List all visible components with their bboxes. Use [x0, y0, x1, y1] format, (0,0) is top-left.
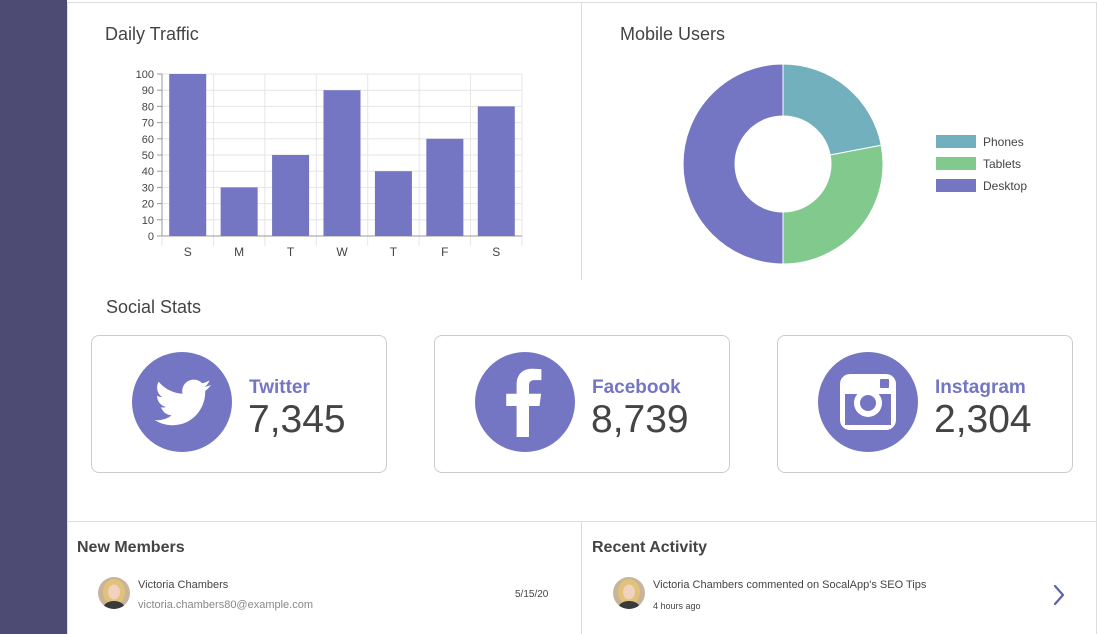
y-tick-label: 100	[136, 69, 154, 81]
recent-activity-panel: Recent Activity Victoria Chambers commen…	[581, 521, 1097, 634]
instagram-icon	[840, 374, 896, 430]
y-tick-label: 70	[142, 118, 154, 130]
activity-text: Victoria Chambers commented on SocalApp'…	[653, 579, 927, 591]
instagram-card[interactable]: Instagram 2,304	[777, 335, 1073, 473]
dashboard-main: Daily Traffic 0 10 20 30 40 50 60 70 80 90 100 S M T W…	[67, 0, 1097, 634]
twitter-icon	[154, 379, 211, 426]
instagram-label: Instagram	[935, 377, 1026, 398]
y-tick-label: 20	[142, 199, 154, 211]
twitter-icon-circle	[132, 352, 232, 452]
bar	[220, 187, 258, 236]
twitter-label: Twitter	[249, 377, 310, 398]
chevron-right-icon[interactable]	[1052, 584, 1066, 606]
mobile-users-chart	[682, 63, 884, 265]
bar	[323, 90, 361, 236]
donut-slice-phones	[782, 63, 882, 156]
x-tick-label: M	[234, 245, 244, 259]
member-join-date: 5/15/20	[515, 589, 549, 600]
bar	[272, 155, 310, 236]
avatar	[613, 577, 645, 609]
x-tick-label: S	[184, 245, 192, 259]
legend-label: Tablets	[983, 157, 1022, 171]
avatar	[98, 577, 130, 609]
bar	[477, 106, 515, 237]
donut-slice-tablets	[782, 144, 884, 265]
y-tick-label: 50	[142, 150, 154, 162]
x-tick-label: S	[492, 245, 500, 259]
twitter-count: 7,345	[248, 398, 346, 441]
new-members-title: New Members	[77, 539, 185, 556]
instagram-count: 2,304	[934, 398, 1032, 441]
donut-slice-desktop	[682, 63, 784, 265]
legend-swatch	[936, 179, 976, 192]
y-tick-label: 40	[142, 166, 154, 178]
legend-label: Phones	[983, 135, 1024, 149]
new-members-panel: New Members Victoria Chambers victoria.c…	[67, 521, 582, 634]
mobile-users-panel: Mobile Users Phones Tablets Desktop	[581, 2, 1097, 281]
y-tick-label: 10	[142, 215, 154, 227]
y-tick-label: 80	[142, 101, 154, 113]
legend-label: Desktop	[983, 179, 1028, 193]
x-tick-label: T	[287, 245, 295, 259]
recent-activity-title: Recent Activity	[592, 539, 707, 556]
social-stats-title: Social Stats	[106, 297, 202, 317]
bar	[169, 74, 207, 236]
y-tick-label: 0	[148, 231, 154, 243]
x-tick-label: W	[336, 245, 348, 259]
daily-traffic-title: Daily Traffic	[105, 24, 199, 44]
instagram-icon-circle	[818, 352, 918, 452]
y-tick-label: 90	[142, 85, 154, 97]
legend-swatch	[936, 157, 976, 170]
member-email: victoria.chambers80@example.com	[138, 599, 314, 611]
x-tick-label: T	[390, 245, 398, 259]
social-stats-panel: Social Stats Twitter 7,345 Facebook 8,73…	[67, 280, 1097, 522]
member-name: Victoria Chambers	[138, 579, 229, 591]
bar	[374, 171, 412, 236]
facebook-card[interactable]: Facebook 8,739	[434, 335, 730, 473]
y-tick-label: 30	[142, 182, 154, 194]
facebook-count: 8,739	[591, 398, 689, 441]
y-tick-label: 60	[142, 134, 154, 146]
twitter-card[interactable]: Twitter 7,345	[91, 335, 387, 473]
facebook-icon	[506, 368, 542, 437]
daily-traffic-chart: 0 10 20 30 40 50 60 70 80 90 100 S M T W T F S	[136, 69, 523, 259]
mobile-users-title: Mobile Users	[620, 24, 726, 44]
facebook-icon-circle	[475, 352, 575, 452]
sidebar	[0, 0, 67, 634]
x-tick-label: F	[441, 245, 448, 259]
daily-traffic-panel: Daily Traffic 0 10 20 30 40 50 60 70 80 90 100 S M T W…	[67, 2, 582, 281]
bar	[426, 138, 464, 236]
facebook-label: Facebook	[592, 377, 681, 398]
activity-time: 4 hours ago	[653, 601, 701, 611]
legend-swatch	[936, 135, 976, 148]
